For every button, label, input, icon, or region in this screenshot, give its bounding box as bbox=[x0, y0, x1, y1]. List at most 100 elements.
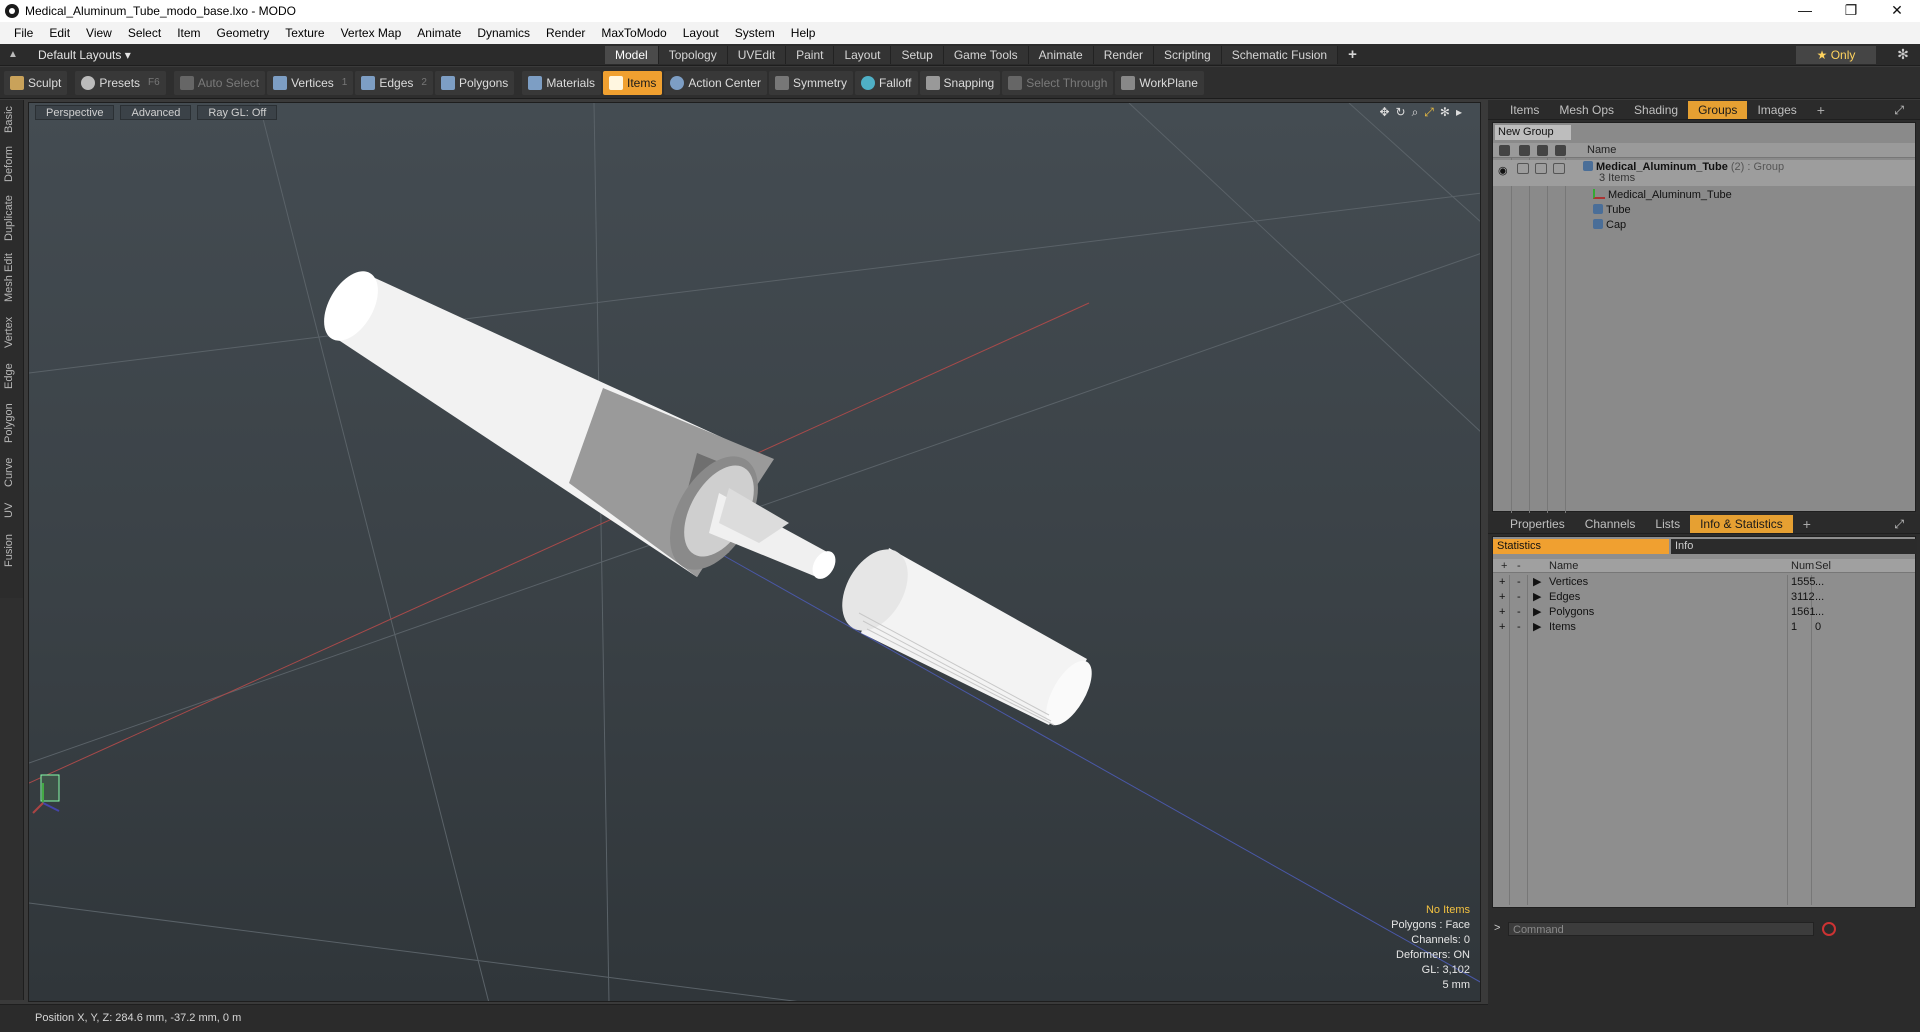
group-child-row[interactable]: Tube bbox=[1493, 202, 1915, 218]
tab-animate[interactable]: Animate bbox=[1028, 46, 1094, 64]
menu-file[interactable]: File bbox=[6, 26, 41, 40]
expand-arrow-icon[interactable]: ▸ bbox=[1456, 105, 1462, 120]
menu-dynamics[interactable]: Dynamics bbox=[469, 26, 538, 40]
presets-button[interactable]: Presets F6 bbox=[75, 70, 166, 95]
tab-channels[interactable]: Channels bbox=[1575, 515, 1646, 533]
menu-edit[interactable]: Edit bbox=[41, 26, 78, 40]
tab-scripting[interactable]: Scripting bbox=[1154, 46, 1222, 64]
vtab-basic[interactable]: Basic bbox=[3, 104, 21, 136]
expand-panel-icon[interactable]: ⤢ bbox=[1884, 515, 1914, 533]
3d-viewport[interactable]: Perspective Advanced Ray GL: Off ✥ ↻ ⌕ ⤢… bbox=[28, 102, 1481, 1002]
remove-icon[interactable]: - bbox=[1517, 590, 1521, 605]
tab-game-tools[interactable]: Game Tools bbox=[943, 46, 1029, 64]
add-icon[interactable]: + bbox=[1499, 575, 1505, 590]
action-center-button[interactable]: Action Center bbox=[664, 70, 768, 95]
expand-triangle-icon[interactable]: ▶ bbox=[1533, 575, 1541, 590]
materials-button[interactable]: Materials bbox=[522, 70, 601, 95]
expand-triangle-icon[interactable]: ▶ bbox=[1533, 620, 1541, 635]
view-mode-dropdown[interactable]: Perspective bbox=[35, 104, 115, 120]
vtab-edge[interactable]: Edge bbox=[3, 360, 21, 392]
menu-select[interactable]: Select bbox=[120, 26, 169, 40]
stat-row-items[interactable]: + - ▶ Items 1 0 bbox=[1493, 620, 1915, 635]
add-icon[interactable]: + bbox=[1499, 620, 1505, 635]
add-panel-tab[interactable]: + bbox=[1793, 515, 1821, 533]
tab-uvedit[interactable]: UVEdit bbox=[727, 46, 787, 64]
vtab-curve[interactable]: Curve bbox=[3, 454, 21, 490]
layout-dropdown[interactable]: Default Layouts ▾ bbox=[38, 48, 131, 62]
stat-row-edges[interactable]: + - ▶ Edges 3112 ... bbox=[1493, 590, 1915, 605]
settings-icon[interactable]: ✻ bbox=[1440, 105, 1450, 120]
menu-item[interactable]: Item bbox=[169, 26, 208, 40]
tab-topology[interactable]: Topology bbox=[658, 46, 728, 64]
tab-properties[interactable]: Properties bbox=[1500, 515, 1575, 533]
menu-layout[interactable]: Layout bbox=[675, 26, 727, 40]
auto-select-button[interactable]: Auto Select bbox=[173, 70, 266, 95]
tab-schematic-fusion[interactable]: Schematic Fusion bbox=[1221, 46, 1339, 64]
tab-info-statistics[interactable]: Info & Statistics bbox=[1690, 514, 1793, 533]
menu-geometry[interactable]: Geometry bbox=[209, 26, 278, 40]
render-toggle[interactable] bbox=[1517, 163, 1529, 174]
close-button[interactable]: ✕ bbox=[1874, 0, 1920, 22]
group-child-row[interactable]: Cap bbox=[1493, 217, 1915, 233]
symmetry-button[interactable]: Symmetry bbox=[769, 70, 854, 95]
tab-model[interactable]: Model bbox=[605, 46, 659, 64]
add-tab-button[interactable]: + bbox=[1338, 46, 1367, 64]
menu-vertex-map[interactable]: Vertex Map bbox=[333, 26, 410, 40]
record-icon[interactable] bbox=[1822, 922, 1836, 936]
command-input[interactable]: Command bbox=[1508, 922, 1814, 936]
group-child-row[interactable]: Medical_Aluminum_Tube bbox=[1493, 187, 1915, 203]
remove-icon[interactable]: - bbox=[1517, 575, 1521, 590]
eye-icon[interactable]: ◉ bbox=[1498, 163, 1510, 177]
tab-paint[interactable]: Paint bbox=[786, 46, 835, 64]
add-icon[interactable]: + bbox=[1499, 605, 1505, 620]
fit-icon[interactable]: ⤢ bbox=[1424, 105, 1434, 120]
rotate-icon[interactable]: ↻ bbox=[1396, 105, 1406, 120]
only-toggle-button[interactable]: ★ Only bbox=[1796, 46, 1876, 64]
add-icon[interactable]: + bbox=[1499, 590, 1505, 605]
items-button[interactable]: Items bbox=[603, 70, 663, 95]
select-toggle[interactable] bbox=[1553, 163, 1565, 174]
tab-layout[interactable]: Layout bbox=[834, 46, 892, 64]
tab-setup[interactable]: Setup bbox=[891, 46, 944, 64]
lock-toggle[interactable] bbox=[1535, 163, 1547, 174]
vtab-duplicate[interactable]: Duplicate bbox=[3, 192, 21, 244]
menu-render[interactable]: Render bbox=[538, 26, 593, 40]
new-group-button[interactable]: New Group bbox=[1495, 125, 1571, 140]
pan-icon[interactable]: ✥ bbox=[1379, 105, 1389, 120]
expand-triangle-icon[interactable]: ▶ bbox=[1533, 605, 1541, 620]
tab-mesh-ops[interactable]: Mesh Ops bbox=[1549, 101, 1624, 119]
layout-toggle-icon[interactable]: ▲ bbox=[8, 49, 20, 61]
menu-texture[interactable]: Texture bbox=[277, 26, 332, 40]
tab-shading[interactable]: Shading bbox=[1624, 101, 1688, 119]
group-row-root[interactable]: ◉ Medical_Aluminum_Tube (2) : Group 3 It… bbox=[1493, 160, 1915, 186]
edges-button[interactable]: Edges 2 bbox=[355, 70, 433, 95]
select-through-button[interactable]: Select Through bbox=[1002, 70, 1114, 95]
expand-panel-icon[interactable]: ⤢ bbox=[1884, 101, 1914, 119]
sculpt-button[interactable]: Sculpt bbox=[4, 70, 68, 95]
statistics-tab[interactable]: Statistics bbox=[1493, 539, 1669, 554]
stat-row-polygons[interactable]: + - ▶ Polygons 1561 ... bbox=[1493, 605, 1915, 620]
menu-view[interactable]: View bbox=[78, 26, 120, 40]
remove-icon[interactable]: - bbox=[1517, 605, 1521, 620]
tab-items[interactable]: Items bbox=[1500, 101, 1549, 119]
menu-maxtomodo[interactable]: MaxToModo bbox=[593, 26, 674, 40]
polygons-button[interactable]: Polygons bbox=[434, 70, 515, 95]
maximize-button[interactable]: ❐ bbox=[1828, 0, 1874, 22]
tab-render[interactable]: Render bbox=[1093, 46, 1155, 64]
tab-lists[interactable]: Lists bbox=[1645, 515, 1690, 533]
gear-icon[interactable]: ✻ bbox=[1894, 46, 1912, 64]
info-tab[interactable]: Info bbox=[1671, 539, 1917, 554]
stat-row-vertices[interactable]: + - ▶ Vertices 1555 ... bbox=[1493, 575, 1915, 590]
tab-groups[interactable]: Groups bbox=[1688, 100, 1748, 119]
expand-triangle-icon[interactable]: ▶ bbox=[1533, 590, 1541, 605]
menu-animate[interactable]: Animate bbox=[409, 26, 469, 40]
menu-system[interactable]: System bbox=[727, 26, 783, 40]
add-panel-tab[interactable]: + bbox=[1807, 101, 1835, 119]
shading-mode-dropdown[interactable]: Advanced bbox=[120, 104, 192, 120]
vtab-vertex[interactable]: Vertex bbox=[3, 312, 21, 352]
falloff-button[interactable]: Falloff bbox=[855, 70, 918, 95]
vtab-mesh-edit[interactable]: Mesh Edit bbox=[3, 252, 21, 304]
remove-icon[interactable]: - bbox=[1517, 620, 1521, 635]
snapping-button[interactable]: Snapping bbox=[919, 70, 1001, 95]
menu-help[interactable]: Help bbox=[783, 26, 824, 40]
